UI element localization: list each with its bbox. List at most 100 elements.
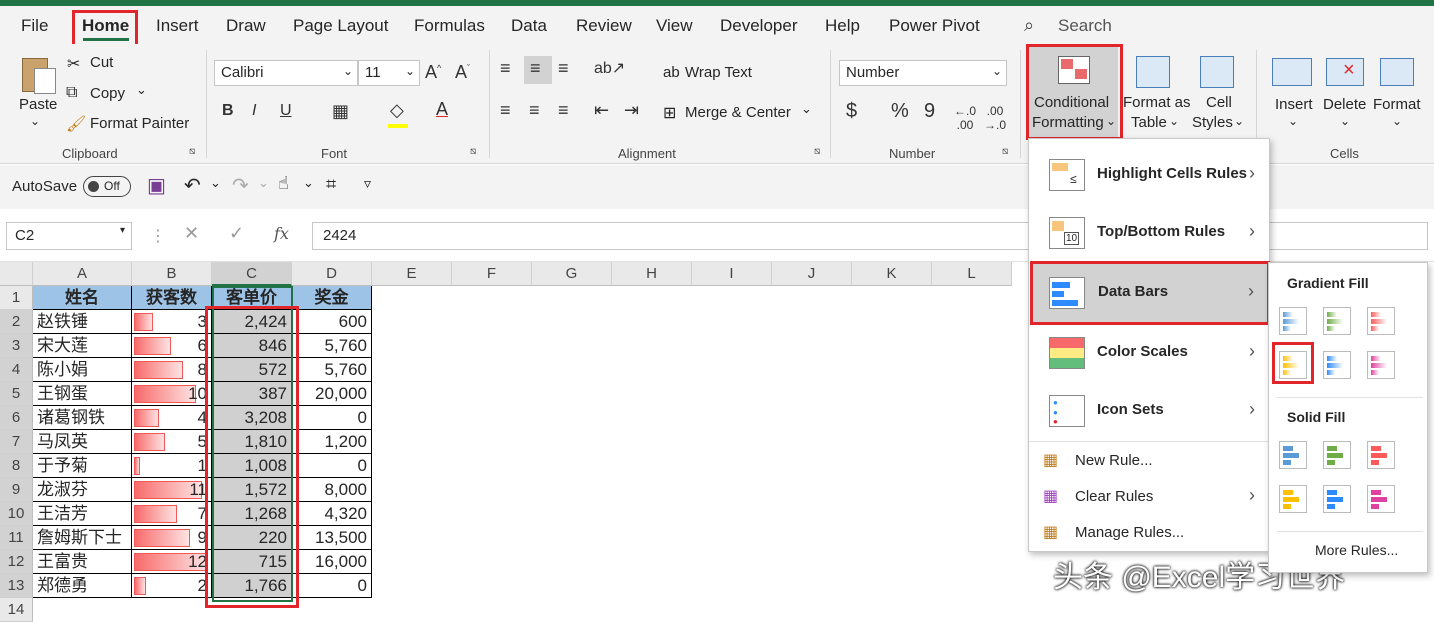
row-header-2[interactable]: 2 [0,310,33,334]
increase-font-icon[interactable]: A^ [425,62,441,83]
format-painter-button[interactable]: Format Painter [90,115,189,132]
tab-page-layout[interactable]: Page Layout [293,16,388,36]
bonus-cell[interactable]: 0 [292,574,372,598]
percent-button[interactable]: % [891,100,909,123]
tab-developer[interactable]: Developer [720,16,798,36]
row-header-4[interactable]: 4 [0,358,33,382]
bonus-cell[interactable]: 20,000 [292,382,372,406]
solid-fill-swatch[interactable] [1323,485,1351,513]
cut-button[interactable]: Cut [90,54,113,71]
underline-button[interactable]: U [280,102,292,120]
name-cell[interactable]: 赵铁锤 [33,310,132,334]
bonus-cell[interactable]: 5,760 [292,334,372,358]
customers-cell[interactable]: 8 [132,358,212,382]
font-color-icon[interactable]: A [436,99,448,120]
merge-icon[interactable]: ⊞ [663,103,676,123]
chevron-down-icon[interactable]: ⌄ [303,175,314,191]
customers-cell[interactable]: 6 [132,334,212,358]
italic-button[interactable]: I [252,102,256,120]
clipboard-launcher-icon[interactable]: ⧅ [189,146,195,157]
customers-cell[interactable]: 12 [132,550,212,574]
column-header-c[interactable]: C [212,262,292,286]
gradient-fill-swatch[interactable] [1279,351,1307,379]
increase-decimal-icon[interactable]: ←.0.00 [954,104,976,132]
column-header-j[interactable]: J [772,262,852,286]
chevron-down-icon[interactable]: ⌄ [210,175,221,191]
number-format-select[interactable]: Number ⌄ [839,60,1007,86]
column-header-g[interactable]: G [532,262,612,286]
name-cell[interactable]: 宋大莲 [33,334,132,358]
align-middle-selected[interactable]: ≡ [524,56,552,84]
tab-view[interactable]: View [656,16,693,36]
row-header-13[interactable]: 13 [0,574,33,598]
name-cell[interactable]: 陈小娟 [33,358,132,382]
customers-cell[interactable]: 5 [132,430,212,454]
menu-clear-rules[interactable]: ▦ Clear Rules › [1029,479,1269,515]
column-header-e[interactable]: E [372,262,452,286]
customers-cell[interactable]: 2 [132,574,212,598]
menu-highlight-cells-rules[interactable]: ≤ Highlight Cells Rules › [1029,147,1269,205]
row-header-12[interactable]: 12 [0,550,33,574]
merge-center-button[interactable]: Merge & Center [685,104,791,121]
name-cell[interactable]: 詹姆斯下士 [33,526,132,550]
delete-cells-icon[interactable]: × [1326,58,1364,86]
paste-button[interactable]: Paste [19,96,57,113]
gradient-fill-swatch[interactable] [1279,307,1307,335]
bold-button[interactable]: B [222,102,234,120]
bonus-cell[interactable]: 1,200 [292,430,372,454]
borders-icon[interactable]: ▦ [332,101,349,122]
select-all-corner[interactable] [0,262,33,286]
customers-cell[interactable]: 4 [132,406,212,430]
column-header-b[interactable]: B [132,262,212,286]
search-box[interactable]: Search [1058,16,1112,36]
cell-styles-button[interactable]: Cell [1206,94,1232,111]
copy-dropdown-icon[interactable]: ⌄ [136,82,147,98]
cell-styles-icon[interactable] [1200,56,1234,88]
row-header-3[interactable]: 3 [0,334,33,358]
cut-icon[interactable]: ✂ [67,54,80,74]
font-size-select[interactable]: 11 ⌄ [358,60,420,86]
format-cells-icon[interactable] [1380,58,1414,86]
bonus-cell[interactable]: 0 [292,454,372,478]
customers-cell[interactable]: 1 [132,454,212,478]
column-header-k[interactable]: K [852,262,932,286]
column-header-f[interactable]: F [452,262,532,286]
tab-draw[interactable]: Draw [226,16,266,36]
tab-review[interactable]: Review [576,16,632,36]
confirm-entry-icon[interactable]: ✓ [229,223,244,244]
format-cells-button[interactable]: Format [1373,96,1421,113]
tab-power-pivot[interactable]: Power Pivot [889,16,980,36]
menu-color-scales[interactable]: Color Scales › [1029,325,1269,383]
currency-button[interactable]: $ [846,100,857,123]
menu-new-rule[interactable]: ▦ New Rule... [1029,443,1269,479]
name-cell[interactable]: 郑德勇 [33,574,132,598]
format-as-table-icon[interactable] [1136,56,1170,88]
bonus-cell[interactable]: 8,000 [292,478,372,502]
customers-cell[interactable]: 10 [132,382,212,406]
customers-cell[interactable]: 7 [132,502,212,526]
decrease-font-icon[interactable]: Aˇ [455,62,470,83]
fill-color-icon[interactable]: ◇ [390,100,404,121]
bonus-cell[interactable]: 13,500 [292,526,372,550]
gradient-fill-swatch[interactable] [1367,351,1395,379]
solid-fill-swatch[interactable] [1367,485,1395,513]
customers-cell[interactable]: 3 [132,310,212,334]
save-icon[interactable]: ▣ [147,173,166,198]
undo-icon[interactable]: ↶ [184,173,201,198]
number-launcher-icon[interactable]: ⧅ [1002,146,1008,157]
header-cell[interactable]: 姓名 [33,286,132,310]
chevron-down-icon[interactable]: ⌄ [258,175,269,191]
decrease-decimal-icon[interactable]: .00 →.0 [984,104,1006,132]
bonus-cell[interactable]: 0 [292,406,372,430]
solid-fill-swatch[interactable] [1279,485,1307,513]
row-header-8[interactable]: 8 [0,454,33,478]
gradient-fill-swatch[interactable] [1323,307,1351,335]
align-top-icon[interactable]: ≡ [500,58,511,79]
name-cell[interactable]: 马凤英 [33,430,132,454]
column-header-i[interactable]: I [692,262,772,286]
column-header-a[interactable]: A [33,262,132,286]
orientation-icon[interactable]: ab↗ [594,58,625,78]
column-header-l[interactable]: L [932,262,1012,286]
redo-icon[interactable]: ↷ [232,173,249,198]
gradient-fill-swatch[interactable] [1323,351,1351,379]
